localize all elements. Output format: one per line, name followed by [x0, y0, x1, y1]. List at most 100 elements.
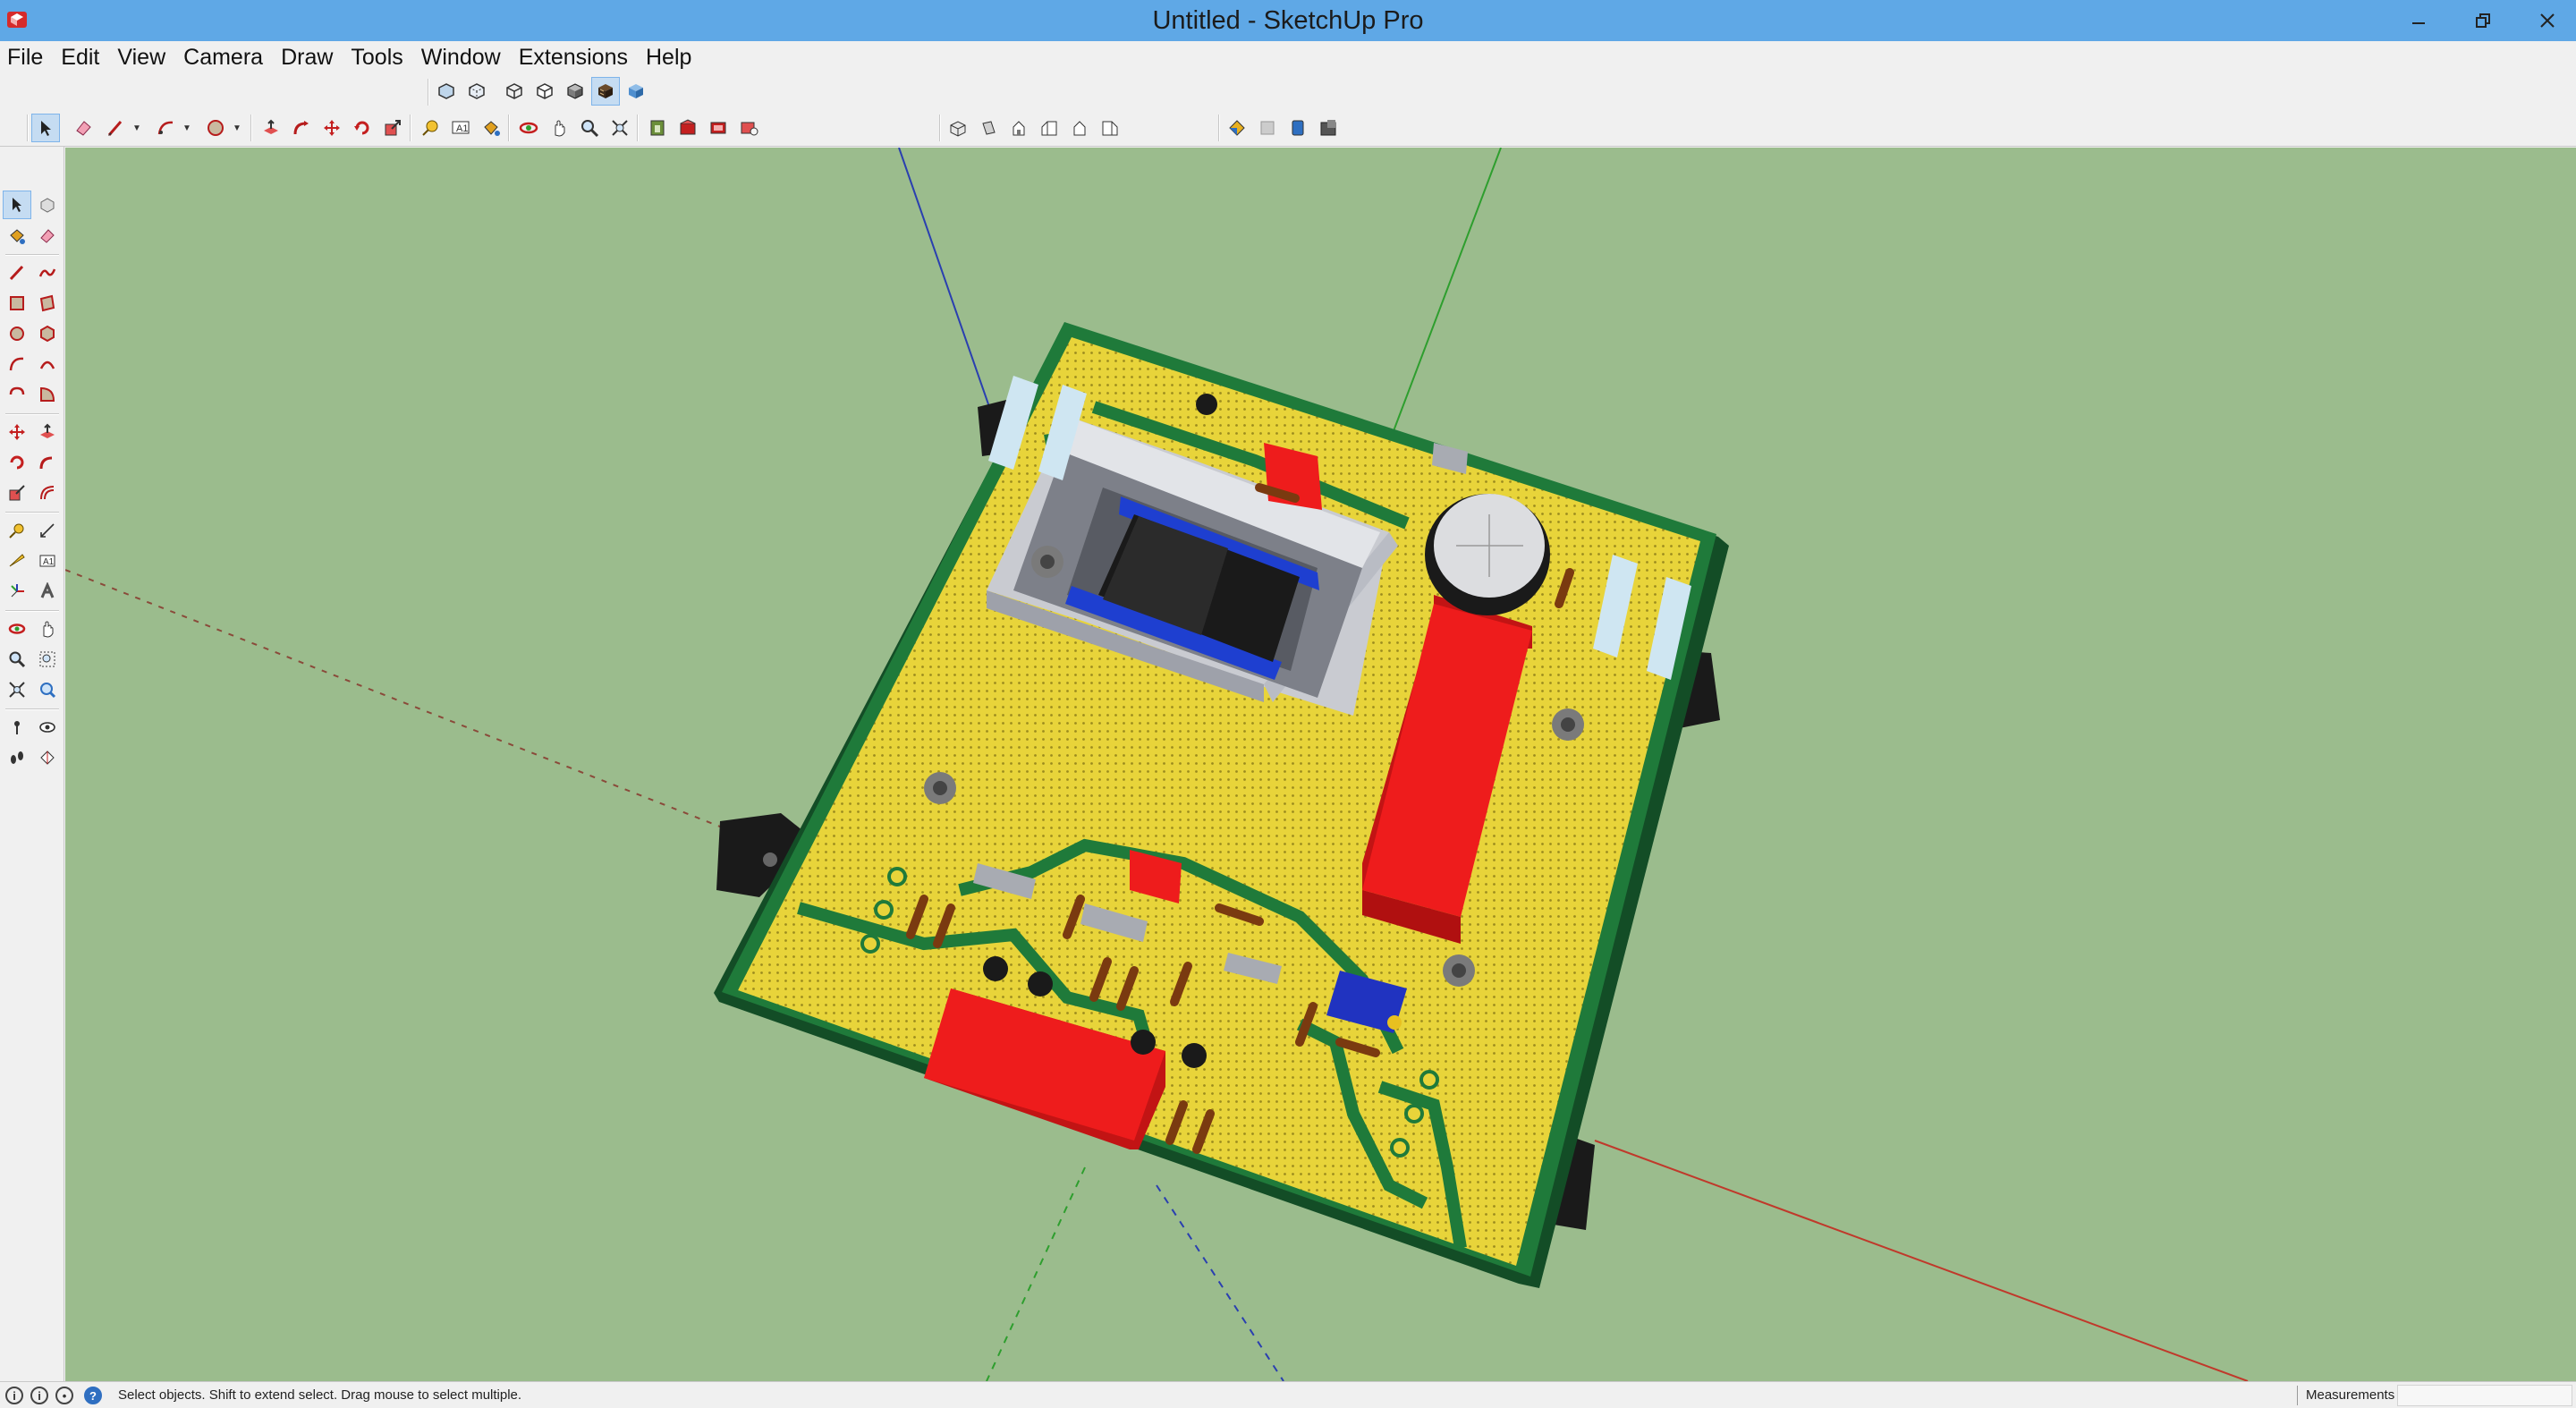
pie-tool-icon[interactable] — [34, 381, 61, 408]
dimension-tool-icon[interactable] — [34, 517, 61, 544]
3d-warehouse-icon[interactable] — [644, 115, 671, 141]
3d-text-tool-icon[interactable] — [34, 578, 61, 605]
menu-help[interactable]: Help — [646, 41, 691, 73]
wireframe-style-icon[interactable] — [501, 78, 528, 105]
circle-tool-icon[interactable] — [4, 320, 30, 347]
arc-tool-icon[interactable] — [4, 351, 30, 377]
help-icon[interactable]: ? — [84, 1387, 102, 1404]
scale-tool-icon[interactable] — [4, 479, 30, 506]
extension-warehouse-icon[interactable] — [674, 115, 701, 141]
orbit-tool-icon[interactable] — [4, 615, 30, 642]
previous-view-icon[interactable] — [34, 676, 61, 703]
extension-manager-icon[interactable] — [735, 115, 762, 141]
shaded-textures-style-icon[interactable] — [591, 77, 620, 106]
rotated-rectangle-tool-icon[interactable] — [34, 290, 61, 317]
zoom-extents-tool-icon[interactable] — [606, 115, 633, 141]
pan-tool-icon[interactable] — [546, 115, 572, 141]
solid-tools-icon[interactable] — [1315, 115, 1342, 141]
iso-view-icon[interactable] — [945, 115, 971, 141]
make-component-tool-icon[interactable] — [34, 191, 61, 218]
menu-view[interactable]: View — [117, 41, 165, 73]
follow-me-tool-icon[interactable] — [34, 449, 61, 476]
eraser-tool-icon[interactable] — [70, 115, 97, 141]
user-account-icon[interactable]: • — [55, 1387, 73, 1404]
select-tool-icon[interactable] — [31, 113, 60, 142]
menu-extensions[interactable]: Extensions — [519, 41, 628, 73]
zoom-tool-icon[interactable] — [4, 646, 30, 673]
menu-camera[interactable]: Camera — [183, 41, 263, 73]
hidden-geometry-icon[interactable] — [1254, 115, 1281, 141]
xray-style-icon[interactable] — [433, 78, 460, 105]
freehand-tool-icon[interactable] — [34, 259, 61, 286]
info-icon[interactable]: i — [5, 1387, 23, 1404]
eraser-tool-icon[interactable] — [34, 223, 61, 250]
restore-button[interactable] — [2454, 0, 2512, 41]
menu-bar: File Edit View Camera Draw Tools Window … — [0, 41, 2576, 73]
line-tool-icon[interactable] — [102, 115, 129, 141]
layers-color-icon[interactable] — [1224, 115, 1250, 141]
tape-measure-tool-icon[interactable] — [4, 517, 30, 544]
shaded-style-icon[interactable] — [562, 78, 589, 105]
rectangle-tool-icon[interactable] — [4, 290, 30, 317]
sandbox-icon[interactable] — [1284, 115, 1311, 141]
right-view-icon[interactable] — [1036, 115, 1063, 141]
monochrome-style-icon[interactable] — [623, 78, 649, 105]
position-camera-tool-icon[interactable] — [4, 714, 30, 741]
follow-me-tool-icon[interactable] — [288, 115, 315, 141]
front-view-icon[interactable] — [1005, 115, 1032, 141]
text-tool-icon[interactable]: A1 — [447, 115, 474, 141]
left-view-icon[interactable] — [1097, 115, 1123, 141]
rotate-tool-icon[interactable] — [349, 115, 376, 141]
section-plane-tool-icon[interactable] — [34, 744, 61, 771]
circle-tool-icon[interactable] — [202, 115, 229, 141]
zoom-tool-icon[interactable] — [576, 115, 603, 141]
menu-tools[interactable]: Tools — [351, 41, 402, 73]
menu-window[interactable]: Window — [421, 41, 501, 73]
push-pull-tool-icon[interactable] — [258, 115, 284, 141]
status-bar: i i • ? Select objects. Shift to extend … — [0, 1381, 2576, 1408]
line-tool-icon[interactable] — [4, 259, 30, 286]
line-tool-dropdown-icon[interactable]: ▼ — [132, 123, 141, 133]
arc-tool-icon[interactable] — [152, 115, 179, 141]
zoom-extents-tool-icon[interactable] — [4, 676, 30, 703]
text-tool-icon[interactable]: A1 — [34, 547, 61, 574]
scale-tool-icon[interactable] — [379, 115, 406, 141]
top-view-icon[interactable] — [975, 115, 1002, 141]
pan-tool-icon[interactable] — [34, 615, 61, 642]
rotate-tool-icon[interactable] — [4, 449, 30, 476]
arc-tool-dropdown-icon[interactable]: ▼ — [182, 123, 191, 133]
walk-tool-icon[interactable] — [4, 744, 30, 771]
back-edges-style-icon[interactable] — [463, 78, 490, 105]
axes-tool-icon[interactable] — [4, 578, 30, 605]
modeling-viewport[interactable] — [65, 148, 2576, 1381]
protractor-tool-icon[interactable] — [4, 547, 30, 574]
orbit-tool-icon[interactable] — [515, 115, 542, 141]
menu-edit[interactable]: Edit — [61, 41, 99, 73]
offset-tool-icon[interactable] — [34, 479, 61, 506]
measurements-label: Measurements — [2306, 1387, 2395, 1403]
shape-tool-dropdown-icon[interactable]: ▼ — [233, 123, 242, 133]
toolbar-separator — [5, 610, 59, 612]
geo-location-icon[interactable]: i — [30, 1387, 48, 1404]
paint-bucket-tool-icon[interactable] — [4, 223, 30, 250]
measurements-input[interactable] — [2397, 1385, 2572, 1406]
paint-bucket-tool-icon[interactable] — [478, 115, 504, 141]
move-tool-icon[interactable] — [318, 115, 345, 141]
select-tool-icon[interactable] — [3, 191, 31, 219]
hidden-line-style-icon[interactable] — [531, 78, 558, 105]
three-point-arc-tool-icon[interactable] — [4, 381, 30, 408]
look-around-tool-icon[interactable] — [34, 714, 61, 741]
move-tool-icon[interactable] — [4, 419, 30, 445]
minimize-button[interactable] — [2390, 0, 2447, 41]
close-button[interactable] — [2519, 0, 2576, 41]
push-pull-tool-icon[interactable] — [34, 419, 61, 445]
menu-draw[interactable]: Draw — [281, 41, 333, 73]
polygon-tool-icon[interactable] — [34, 320, 61, 347]
green-axis — [1388, 148, 1502, 444]
zoom-window-tool-icon[interactable] — [34, 646, 61, 673]
menu-file[interactable]: File — [7, 41, 43, 73]
layout-send-icon[interactable] — [705, 115, 732, 141]
two-point-arc-tool-icon[interactable] — [34, 351, 61, 377]
back-view-icon[interactable] — [1066, 115, 1093, 141]
tape-measure-tool-icon[interactable] — [417, 115, 444, 141]
